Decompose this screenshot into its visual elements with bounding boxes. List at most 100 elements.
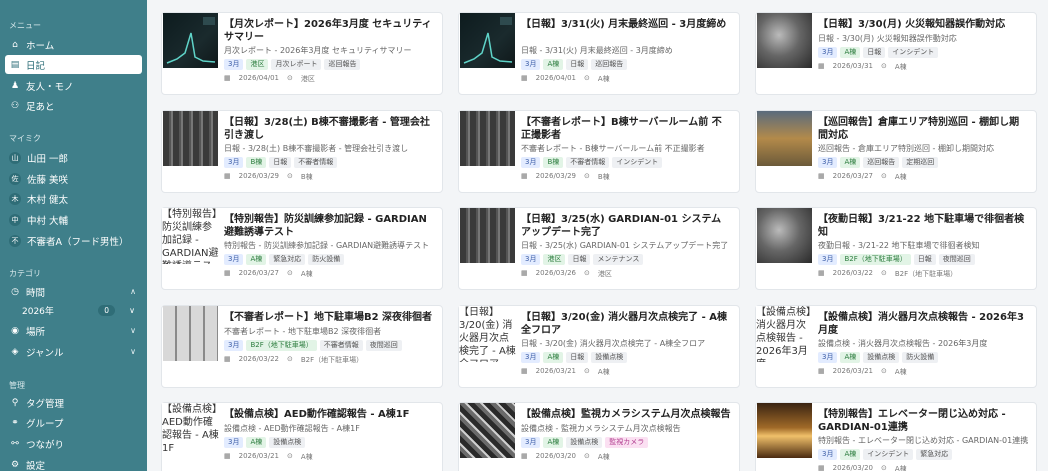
tag-badge[interactable]: 不審者情報 bbox=[566, 157, 610, 168]
diary-card[interactable]: 【夜勤日報】3/21-22 地下駐車場で徘徊者検知 夜勤日報 - 3/21-22 … bbox=[755, 207, 1037, 290]
tag-badge[interactable]: 設備点検 bbox=[269, 437, 306, 448]
tag-badge[interactable]: 不審者情報 bbox=[294, 157, 338, 168]
diary-card[interactable]: 【日報】3/31(火) 月末最終巡回 - 3月度締め 日報 - 3/31(火) 月… bbox=[458, 12, 740, 95]
card-title[interactable]: 【日報】3/30(月) 火災報知器誤作動対応 bbox=[818, 18, 1028, 31]
tag-badge[interactable]: 3月 bbox=[818, 157, 838, 168]
card-title[interactable]: 【特別報告】防災訓練参加記録 - GARDIAN避難誘導テスト bbox=[224, 213, 434, 239]
card-title[interactable]: 【不審者レポート】B棟サーバールーム前 不正撮影者 bbox=[521, 116, 731, 142]
nav-friends[interactable]: ♟ 友人・モノ bbox=[5, 76, 142, 95]
diary-card[interactable]: 【日報】3/25(水) GARDIAN-01 システムアップデート完了 日報 - … bbox=[458, 207, 740, 290]
card-title[interactable]: 【設備点検】監視カメラシステム月次点検報告 bbox=[521, 408, 731, 421]
card-title[interactable]: 【設備点検】消火器月次点検報告 - 2026年3月度 bbox=[818, 311, 1028, 337]
diary-card[interactable]: 【設備点検】監視カメラシステム月次点検報告 設備点検 - 監視カメラシステム月次点… bbox=[458, 402, 740, 471]
tag-badge[interactable]: 夜間巡回 bbox=[365, 340, 402, 351]
friend-item[interactable]: 山 山田 一郎 bbox=[5, 148, 142, 167]
tag-badge[interactable]: A棟 bbox=[246, 437, 267, 448]
card-title[interactable]: 【巡回報告】倉庫エリア特別巡回 - 棚卸し期間対応 bbox=[818, 116, 1028, 142]
tag-badge[interactable]: 防火設備 bbox=[902, 352, 939, 363]
tag-badge[interactable]: 防火設備 bbox=[308, 254, 345, 265]
tag-badge[interactable]: インシデント bbox=[863, 449, 914, 460]
tag-badge[interactable]: 日報 bbox=[566, 59, 589, 70]
diary-card[interactable]: 【不審者レポート】B棟サーバールーム前 不正撮影者 不審者レポート - B棟サーバ… bbox=[458, 110, 740, 193]
tag-badge[interactable]: B棟 bbox=[543, 157, 564, 168]
tag-badge[interactable]: 港区 bbox=[543, 254, 566, 265]
card-title[interactable]: 【日報】3/28(土) B棟不審撮影者 - 管理会社引き渡し bbox=[224, 116, 434, 142]
tag-badge[interactable]: 3月 bbox=[818, 47, 838, 58]
card-title[interactable]: 【設備点検】AED動作確認報告 - A棟1F bbox=[224, 408, 434, 421]
friend-item[interactable]: 中 中村 大輔 bbox=[5, 210, 142, 229]
nav-footprints[interactable]: ⚇ 足あと bbox=[5, 96, 142, 115]
year-row[interactable]: 2026年 0 ∨ bbox=[22, 302, 137, 319]
nav-group[interactable]: ⚭ グループ bbox=[5, 413, 142, 432]
card-title[interactable]: 【特別報告】エレベーター閉じ込め対応 - GARDIAN-01連携 bbox=[818, 408, 1028, 434]
card-title[interactable]: 【月次レポート】2026年3月度 セキュリティサマリー bbox=[224, 18, 434, 44]
tag-badge[interactable]: A棟 bbox=[840, 352, 861, 363]
tag-badge[interactable]: 設備点検 bbox=[591, 352, 628, 363]
tag-badge[interactable]: 3月 bbox=[521, 59, 541, 70]
tag-badge[interactable]: 設備点検 bbox=[863, 352, 900, 363]
nav-tag-admin[interactable]: ⚲ タグ管理 bbox=[5, 393, 142, 412]
tag-badge[interactable]: 日報 bbox=[269, 157, 292, 168]
tag-badge[interactable]: 設備点検 bbox=[566, 437, 603, 448]
tag-badge[interactable]: A棟 bbox=[840, 449, 861, 460]
tag-badge[interactable]: 月次レポート bbox=[271, 59, 322, 70]
category-genre[interactable]: ◈ ジャンル ∨ bbox=[5, 342, 142, 361]
tag-badge[interactable]: 港区 bbox=[246, 59, 269, 70]
tag-badge[interactable]: A棟 bbox=[543, 352, 564, 363]
card-title[interactable]: 【夜勤日報】3/21-22 地下駐車場で徘徊者検知 bbox=[818, 213, 1028, 239]
tag-badge[interactable]: 日報 bbox=[913, 254, 936, 265]
diary-card[interactable]: 【巡回報告】倉庫エリア特別巡回 - 棚卸し期間対応 巡回報告 - 倉庫エリア特別巡… bbox=[755, 110, 1037, 193]
tag-badge[interactable]: インシデント bbox=[612, 157, 663, 168]
friend-item[interactable]: 佐 佐藤 美咲 bbox=[5, 169, 142, 188]
tag-badge[interactable]: 日報 bbox=[568, 254, 591, 265]
nav-home[interactable]: ⌂ ホーム bbox=[5, 35, 142, 54]
diary-card[interactable]: 【設備点検】AED動作確認報告 - A棟1F 【設備点検】AED動作確認報告 - … bbox=[161, 402, 443, 471]
tag-badge[interactable]: インシデント bbox=[888, 47, 939, 58]
friend-item[interactable]: 木 木村 健太 bbox=[5, 189, 142, 208]
tag-badge[interactable]: 3月 bbox=[224, 59, 244, 70]
tag-badge[interactable]: 3月 bbox=[818, 352, 838, 363]
tag-badge[interactable]: A棟 bbox=[246, 254, 267, 265]
nav-diary[interactable]: ▤ 日記 bbox=[5, 55, 142, 74]
tag-badge[interactable]: A棟 bbox=[840, 47, 861, 58]
friend-item[interactable]: 不 不審者A（フード男性） bbox=[5, 231, 142, 250]
tag-badge[interactable]: 巡回報告 bbox=[324, 59, 361, 70]
diary-card[interactable]: 【特別報告】防災訓練参加記録 - GARDIAN避難誘導テスト【特別報告】防災訓… bbox=[161, 207, 443, 290]
tag-badge[interactable]: B棟 bbox=[246, 157, 267, 168]
tag-badge[interactable]: 日報 bbox=[566, 352, 589, 363]
tag-badge[interactable]: 3月 bbox=[224, 254, 244, 265]
nav-connections[interactable]: ⚯ つながり bbox=[5, 434, 142, 453]
tag-badge[interactable]: B2F（地下駐車場） bbox=[246, 340, 317, 351]
tag-badge[interactable]: 日報 bbox=[863, 47, 886, 58]
diary-card[interactable]: 【設備点検】消火器月次点検報告 - 2026年3月度【設備点検】消火器月次点検報… bbox=[755, 305, 1037, 388]
tag-badge[interactable]: 3月 bbox=[521, 254, 541, 265]
card-title[interactable]: 【日報】3/31(火) 月末最終巡回 - 3月度締め bbox=[521, 18, 731, 31]
tag-badge[interactable]: A棟 bbox=[543, 437, 564, 448]
tag-badge[interactable]: 巡回報告 bbox=[591, 59, 628, 70]
tag-badge[interactable]: メンテナンス bbox=[593, 254, 644, 265]
diary-card[interactable]: 【月次レポート】2026年3月度 セキュリティサマリー 月次レポート - 2026… bbox=[161, 12, 443, 95]
card-title[interactable]: 【日報】3/20(金) 消火器月次点検完了 - A棟全フロア bbox=[521, 311, 731, 337]
tag-badge[interactable]: B2F（地下駐車場） bbox=[840, 254, 911, 265]
category-time[interactable]: ◷ 時間 ∧ bbox=[5, 282, 142, 301]
card-title[interactable]: 【日報】3/25(水) GARDIAN-01 システムアップデート完了 bbox=[521, 213, 731, 239]
tag-badge[interactable]: 不審者情報 bbox=[319, 340, 363, 351]
tag-badge[interactable]: 3月 bbox=[224, 340, 244, 351]
tag-badge[interactable]: 巡回報告 bbox=[863, 157, 900, 168]
tag-badge[interactable]: 夜間巡回 bbox=[938, 254, 975, 265]
diary-card[interactable]: 【特別報告】エレベーター閉じ込め対応 - GARDIAN-01連携 特別報告 - … bbox=[755, 402, 1037, 471]
tag-badge[interactable]: 3月 bbox=[521, 157, 541, 168]
card-title[interactable]: 【不審者レポート】地下駐車場B2 深夜徘徊者 bbox=[224, 311, 434, 324]
tag-badge[interactable]: 定期巡回 bbox=[902, 157, 939, 168]
diary-card[interactable]: 【日報】3/30(月) 火災報知器誤作動対応 日報 - 3/30(月) 火災報知器… bbox=[755, 12, 1037, 95]
tag-badge[interactable]: 監視カメラ bbox=[605, 437, 649, 448]
nav-settings[interactable]: ⚙ 設定 bbox=[5, 455, 142, 471]
tag-badge[interactable]: 3月 bbox=[521, 352, 541, 363]
tag-badge[interactable]: 3月 bbox=[818, 449, 838, 460]
tag-badge[interactable]: 3月 bbox=[521, 437, 541, 448]
tag-badge[interactable]: A棟 bbox=[840, 157, 861, 168]
category-place[interactable]: ◉ 場所 ∨ bbox=[5, 321, 142, 340]
tag-badge[interactable]: A棟 bbox=[543, 59, 564, 70]
tag-badge[interactable]: 緊急対応 bbox=[269, 254, 306, 265]
tag-badge[interactable]: 緊急対応 bbox=[916, 449, 953, 460]
